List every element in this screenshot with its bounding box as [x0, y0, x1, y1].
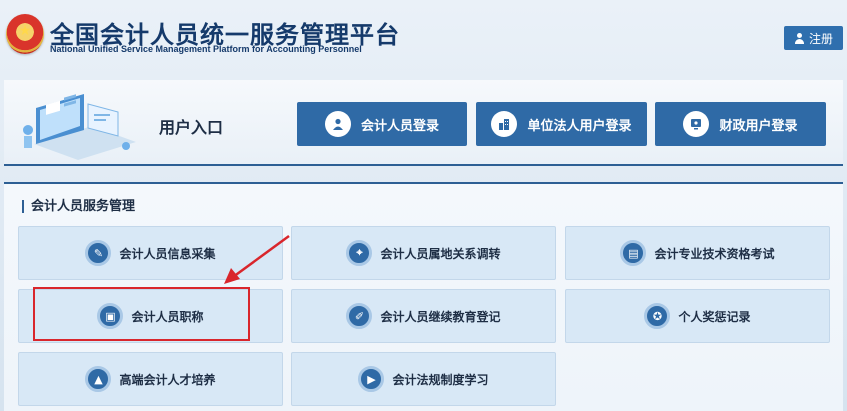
- tile-regulation-study[interactable]: ▶ 会计法规制度学习: [291, 352, 556, 406]
- section-title: 会计人员服务管理: [22, 200, 135, 213]
- printer-icon: ▤: [620, 240, 647, 266]
- computer-illustration-icon: [23, 94, 136, 160]
- finance-user-login-label: 财政用户登录: [719, 118, 798, 134]
- register-button[interactable]: 注册: [784, 26, 843, 50]
- location-transfer-icon: ⌖: [346, 240, 373, 266]
- award-record-icon: ✪: [644, 303, 671, 329]
- national-emblem-icon: [6, 14, 44, 54]
- user-icon: [794, 32, 805, 44]
- tile-qualification-exam[interactable]: ▤ 会计专业技术资格考试: [565, 226, 830, 280]
- video-play-icon: ▶: [358, 366, 385, 392]
- accountant-login-label: 会计人员登录: [360, 118, 439, 134]
- building-icon: [491, 111, 518, 137]
- user-entry-panel: 用户入口 会计人员登录 单位法人用户登录 财政用户登录: [4, 80, 843, 166]
- tile-label: 会计法规制度学习: [392, 372, 489, 387]
- tile-info-collection[interactable]: ✎ 会计人员信息采集: [18, 226, 283, 280]
- tile-label: 会计人员信息采集: [119, 246, 216, 261]
- monitor-icon: [683, 111, 710, 137]
- tile-label: 高端会计人才培养: [119, 372, 216, 387]
- annotation-highlight-box: [33, 287, 250, 341]
- tile-label: 会计人员继续教育登记: [380, 309, 501, 324]
- accountant-login-button[interactable]: 会计人员登录: [297, 102, 467, 146]
- user-entry-title: 用户入口: [159, 118, 224, 137]
- tile-label: 会计专业技术资格考试: [654, 246, 775, 261]
- tile-label: 会计人员属地关系调转: [380, 246, 501, 261]
- tile-continuing-education[interactable]: ✐ 会计人员继续教育登记: [291, 289, 556, 343]
- legal-entity-login-button[interactable]: 单位法人用户登录: [476, 102, 647, 146]
- register-label: 注册: [808, 31, 833, 46]
- tile-award-record[interactable]: ✪ 个人奖惩记录: [565, 289, 830, 343]
- site-header: 全国会计人员统一服务管理平台 National Unified Service …: [0, 0, 847, 72]
- tile-talent-training[interactable]: ▲ 高端会计人才培养: [18, 352, 283, 406]
- user-icon: [324, 111, 351, 137]
- tile-location-transfer[interactable]: ⌖ 会计人员属地关系调转: [291, 226, 556, 280]
- finance-user-login-button[interactable]: 财政用户登录: [655, 102, 826, 146]
- graduation-cap-icon: ▲: [85, 366, 112, 392]
- site-subtitle: National Unified Service Management Plat…: [50, 44, 362, 54]
- legal-entity-login-label: 单位法人用户登录: [527, 118, 632, 134]
- edit-form-icon: ✎: [85, 240, 112, 266]
- education-record-icon: ✐: [346, 303, 373, 329]
- tile-label: 个人奖惩记录: [678, 309, 751, 324]
